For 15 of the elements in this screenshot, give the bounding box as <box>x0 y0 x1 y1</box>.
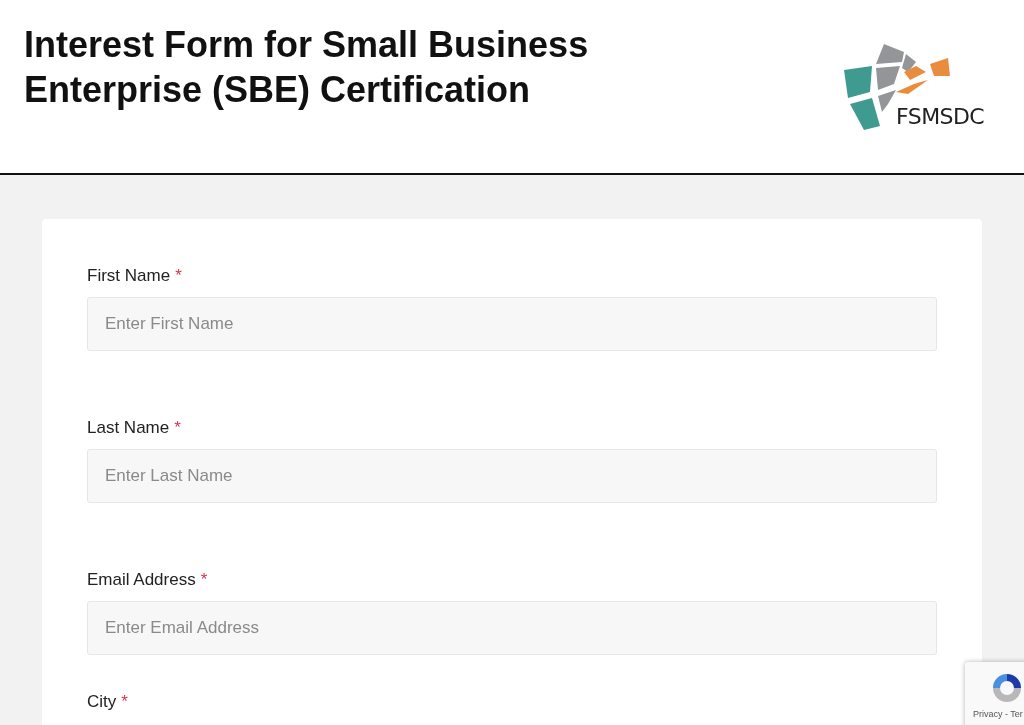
recaptcha-links[interactable]: Privacy - Ter <box>973 708 1023 722</box>
required-mark: * <box>175 265 182 287</box>
page-title: Interest Form for Small Business Enterprise (SBE) Certification <box>24 23 590 112</box>
text-field[interactable]: Enter Last Name <box>87 449 937 503</box>
field-label: Last Name <box>87 417 170 439</box>
field-label: Email Address <box>87 569 196 591</box>
required-mark: * <box>121 691 128 713</box>
field-label: City <box>87 691 117 713</box>
recaptcha-badge[interactable]: Privacy - Ter <box>965 662 1024 725</box>
required-mark: * <box>200 569 208 591</box>
text-field[interactable]: Enter Email Address <box>87 601 937 655</box>
field-label: First Name <box>87 265 171 287</box>
required-mark: * <box>174 417 181 439</box>
text-field[interactable]: Enter First Name <box>87 297 937 351</box>
logo-text: FSMSDC <box>896 106 985 128</box>
